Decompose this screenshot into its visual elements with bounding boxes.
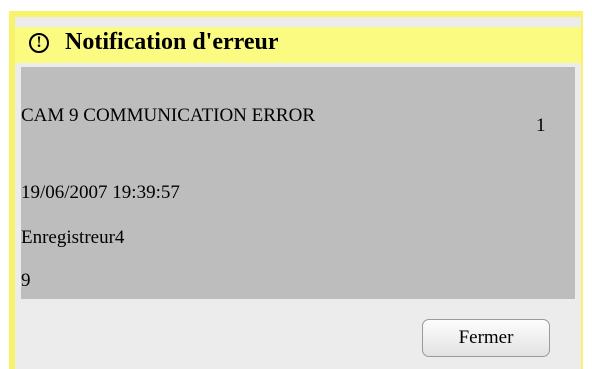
error-count: 1	[536, 115, 546, 136]
error-datetime: 19/06/2007 19:39:57	[21, 182, 180, 203]
error-notification-dialog: ! Notification d'erreur CAM 9 COMMUNICAT…	[9, 11, 583, 369]
warning-icon: !	[29, 33, 49, 53]
close-button[interactable]: Fermer	[422, 319, 550, 357]
dialog-panel: ! Notification d'erreur CAM 9 COMMUNICAT…	[15, 17, 581, 369]
dialog-titlebar: ! Notification d'erreur	[15, 27, 581, 63]
error-message: CAM 9 COMMUNICATION ERROR	[21, 105, 315, 126]
camera-channel: 9	[21, 270, 31, 291]
notification-details: CAM 9 COMMUNICATION ERROR 1 19/06/2007 1…	[21, 67, 575, 299]
dialog-title: Notification d'erreur	[65, 29, 279, 55]
recorder-name: Enregistreur4	[21, 227, 125, 248]
